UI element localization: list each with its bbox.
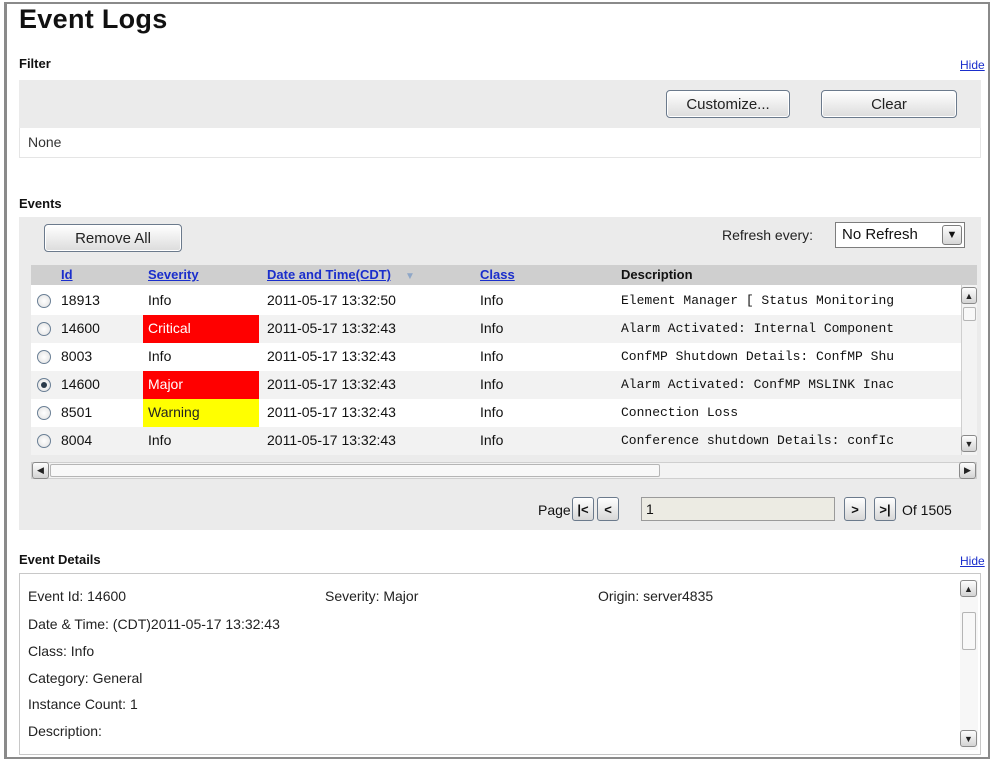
previous-page-button[interactable]: <: [597, 497, 619, 521]
column-header-severity[interactable]: Severity: [148, 267, 199, 282]
cell-description: Alarm Activated: ConfMP MSLINK Inac: [621, 377, 895, 392]
cell-class: Info: [480, 376, 504, 392]
column-header-description: Description: [621, 267, 693, 282]
filter-summary-box: None: [19, 128, 981, 158]
first-page-button[interactable]: |<: [572, 497, 594, 521]
cell-id: 14600: [61, 320, 100, 336]
cell-datetime: 2011-05-17 13:32:43: [267, 320, 396, 336]
cell-id: 8501: [61, 404, 93, 420]
cell-class: Info: [480, 348, 504, 364]
cell-description: Element Manager [ Status Monitoring: [621, 293, 895, 308]
chevron-down-icon[interactable]: ▼: [961, 435, 977, 452]
row-select-radio[interactable]: [37, 406, 51, 420]
cell-datetime: 2011-05-17 13:32:50: [267, 292, 396, 308]
row-select-radio[interactable]: [37, 322, 51, 336]
cell-severity: Major: [143, 371, 259, 399]
chevron-down-icon[interactable]: ▼: [942, 225, 962, 245]
table-row[interactable]: 8004 Info 2011-05-17 13:32:43 Info Conferenc…: [31, 427, 977, 455]
details-section-title: Event Details: [19, 552, 101, 567]
detail-description-label: Description:: [28, 723, 102, 739]
cell-id: 14600: [61, 376, 100, 392]
cell-class: Info: [480, 404, 504, 420]
cell-description: Alarm Activated: Internal Component: [621, 321, 895, 336]
filter-hide-link[interactable]: Hide: [960, 58, 985, 72]
refresh-select-value: No Refresh: [842, 226, 918, 243]
column-header-datetime-label[interactable]: Date and Time(CDT): [267, 267, 391, 282]
column-header-id[interactable]: Id: [61, 267, 73, 282]
table-header: Id Severity Date and Time(CDT) ▼ Class De…: [31, 265, 977, 285]
cell-severity: Critical: [143, 315, 259, 343]
scroll-thumb[interactable]: [50, 464, 660, 477]
details-hide-link[interactable]: Hide: [960, 554, 985, 568]
table-row[interactable]: 14600 Critical 2011-05-17 13:32:43 Info Alar…: [31, 315, 977, 343]
page-number-input[interactable]: 1: [641, 497, 835, 521]
scroll-thumb[interactable]: [962, 612, 976, 650]
pager-label: Page:: [538, 502, 575, 518]
cell-class: Info: [480, 320, 504, 336]
detail-instance-count: Instance Count: 1: [28, 696, 138, 712]
cell-id: 8003: [61, 348, 93, 364]
events-horizontal-scrollbar[interactable]: ◀ ▶: [31, 462, 977, 479]
events-vertical-scrollbar[interactable]: ▲ ▼: [961, 285, 977, 455]
cell-id: 18913: [61, 292, 100, 308]
filter-toolbar: Customize... Clear: [19, 80, 981, 128]
table-row[interactable]: 18913 Info 2011-05-17 13:32:50 Info Element …: [31, 287, 977, 315]
details-vertical-scrollbar[interactable]: ▲ ▼: [960, 580, 978, 750]
cell-datetime: 2011-05-17 13:32:43: [267, 376, 396, 392]
event-details-box: Event Id: 14600 Severity: Major Origin: …: [19, 573, 981, 755]
detail-class: Class: Info: [28, 643, 95, 659]
cell-severity: Info: [148, 348, 172, 364]
cell-datetime: 2011-05-17 13:32:43: [267, 432, 396, 448]
row-select-radio[interactable]: [37, 434, 51, 448]
cell-severity: Info: [148, 432, 172, 448]
clear-button[interactable]: Clear: [821, 90, 957, 118]
cell-id: 8004: [61, 432, 93, 448]
events-panel: Remove All Refresh every: No Refresh ▼ I…: [19, 217, 981, 530]
refresh-label: Refresh every:: [722, 227, 814, 243]
chevron-left-icon[interactable]: ◀: [32, 462, 49, 479]
row-select-radio[interactable]: [37, 350, 51, 364]
cell-class: Info: [480, 432, 504, 448]
table-row[interactable]: 14600 Major 2011-05-17 13:32:43 Info Alarm A…: [31, 371, 977, 399]
table-row[interactable]: 8003 Info 2011-05-17 13:32:43 Info ConfMP Sh…: [31, 343, 977, 371]
detail-event-id: Event Id: 14600: [28, 588, 127, 604]
filter-value: None: [28, 134, 62, 150]
cell-description: ConfMP Shutdown Details: ConfMP Shu: [621, 349, 895, 364]
row-select-radio[interactable]: [37, 378, 51, 392]
last-page-button[interactable]: >|: [874, 497, 896, 521]
cell-description: Conference shutdown Details: confIc: [621, 433, 895, 448]
table-row[interactable]: 8501 Warning 2011-05-17 13:32:43 Info Connec…: [31, 399, 977, 427]
chevron-down-icon[interactable]: ▼: [960, 730, 977, 747]
column-header-datetime[interactable]: Date and Time(CDT) ▼: [267, 267, 415, 282]
events-table: Id Severity Date and Time(CDT) ▼ Class De…: [31, 265, 977, 455]
refresh-select[interactable]: No Refresh ▼: [835, 222, 965, 248]
customize-button[interactable]: Customize...: [666, 90, 790, 118]
cell-description: Connection Loss: [621, 405, 739, 420]
column-header-class[interactable]: Class: [480, 267, 515, 282]
detail-category: Category: General: [28, 670, 143, 686]
page-count: Of 1505: [902, 502, 952, 518]
remove-all-button[interactable]: Remove All: [44, 224, 182, 252]
chevron-right-icon[interactable]: ▶: [959, 462, 976, 479]
chevron-up-icon[interactable]: ▲: [960, 580, 977, 597]
row-select-radio[interactable]: [37, 294, 51, 308]
detail-datetime: Date & Time: (CDT)2011-05-17 13:32:43: [28, 616, 280, 632]
cell-datetime: 2011-05-17 13:32:43: [267, 348, 396, 364]
detail-origin: Origin: server4835: [598, 588, 714, 604]
event-logs-window: Event Logs Filter Hide Customize... Clea…: [4, 2, 990, 759]
chevron-up-icon[interactable]: ▲: [961, 287, 977, 304]
events-section-title: Events: [19, 196, 62, 211]
cell-class: Info: [480, 292, 504, 308]
cell-severity: Warning: [143, 399, 259, 427]
sort-descending-icon: ▼: [405, 271, 415, 282]
detail-severity: Severity: Major: [325, 588, 419, 604]
filter-section-title: Filter: [19, 56, 51, 71]
next-page-button[interactable]: >: [844, 497, 866, 521]
page-title: Event Logs: [19, 4, 168, 34]
cell-datetime: 2011-05-17 13:32:43: [267, 404, 396, 420]
scroll-thumb[interactable]: [963, 307, 976, 321]
cell-severity: Info: [148, 292, 172, 308]
